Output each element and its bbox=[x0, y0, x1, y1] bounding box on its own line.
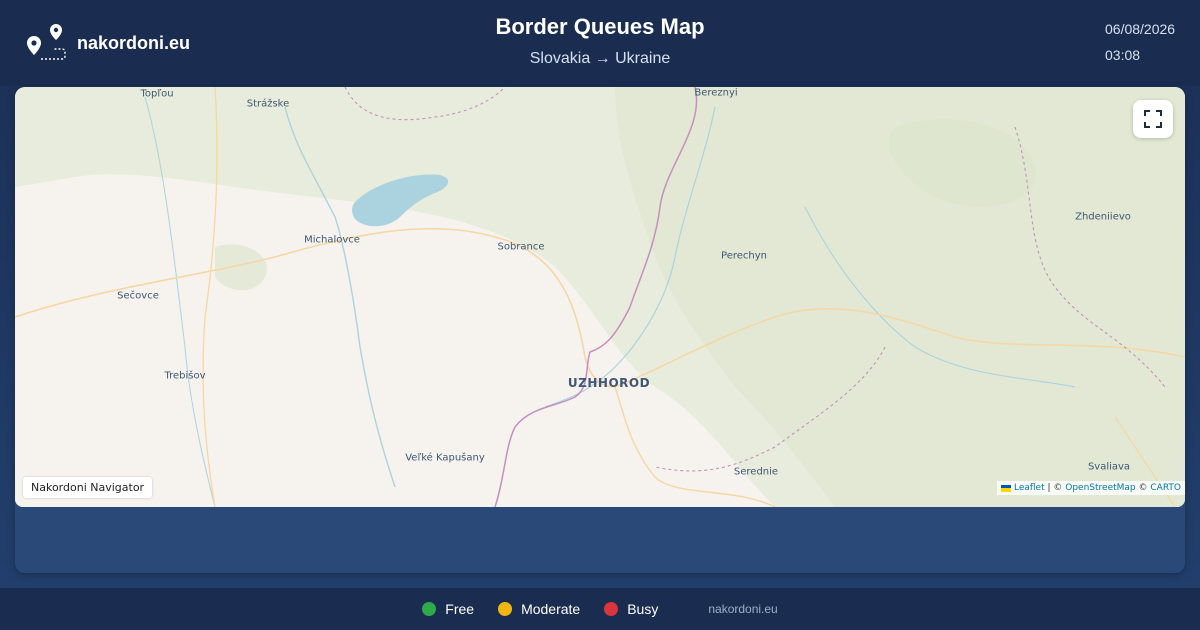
place-label: Topľou bbox=[140, 88, 174, 100]
page-title: Border Queues Map bbox=[495, 14, 705, 39]
map-tiles bbox=[15, 87, 1185, 507]
place-label: Bereznyi bbox=[694, 87, 738, 99]
leaflet-link[interactable]: Leaflet bbox=[1014, 483, 1045, 493]
place-label: Sobrance bbox=[497, 241, 545, 253]
place-label: Svaliava bbox=[1087, 461, 1131, 473]
place-label: Michalovce bbox=[304, 234, 360, 246]
attribution-separator: | © bbox=[1044, 483, 1066, 493]
place-label: Zhdeniievo bbox=[1075, 211, 1131, 223]
map-attribution: Leaflet | © OpenStreetMap © CARTO bbox=[996, 481, 1185, 495]
attribution-separator: © bbox=[1135, 483, 1151, 493]
footer: Free Moderate Busy nakordoni.eu bbox=[0, 588, 1200, 630]
footer-site[interactable]: nakordoni.eu bbox=[708, 602, 777, 616]
legend-busy: Busy bbox=[604, 601, 658, 617]
fullscreen-icon bbox=[1144, 110, 1162, 128]
free-dot-icon bbox=[422, 602, 437, 616]
date-text: 06/08/2026 bbox=[1105, 21, 1176, 37]
route-subtitle: Slovakia → Ukraine bbox=[529, 50, 671, 67]
osm-link[interactable]: OpenStreetMap bbox=[1065, 483, 1135, 493]
time-text: 03:08 bbox=[1105, 47, 1141, 63]
header: nakordoni.eu Border Queues Map Slovakia … bbox=[0, 0, 1200, 86]
map-panel: Topľou Strážske Bereznyi Michalovce Sobr… bbox=[15, 87, 1185, 573]
legend-moderate: Moderate bbox=[498, 601, 580, 617]
ukraine-flag-icon bbox=[1000, 484, 1011, 492]
city-label: UZHHOROD bbox=[567, 376, 651, 390]
datetime: 06/08/2026 03:08 bbox=[1105, 22, 1175, 62]
legend-label: Busy bbox=[627, 601, 659, 617]
place-label: Strážske bbox=[246, 98, 290, 110]
carto-link[interactable]: CARTO bbox=[1150, 483, 1181, 493]
legend-label: Moderate bbox=[521, 601, 581, 617]
legend-free: Free bbox=[422, 601, 474, 617]
map-view[interactable]: Topľou Strážske Bereznyi Michalovce Sobr… bbox=[15, 87, 1185, 507]
moderate-dot-icon bbox=[498, 602, 513, 616]
place-label: Trebišov bbox=[164, 370, 206, 382]
title-block: Border Queues Map Slovakia → Ukraine bbox=[0, 14, 1200, 68]
place-label: Veľké Kapušany bbox=[405, 452, 485, 464]
place-label: Perechyn bbox=[721, 250, 767, 262]
fullscreen-button[interactable] bbox=[1133, 100, 1173, 138]
place-label: Serednie bbox=[733, 466, 779, 478]
busy-dot-icon bbox=[604, 602, 619, 616]
navigator-label[interactable]: Nakordoni Navigator bbox=[23, 477, 153, 498]
place-label: Sečovce bbox=[117, 290, 159, 302]
legend-label: Free bbox=[445, 601, 475, 617]
